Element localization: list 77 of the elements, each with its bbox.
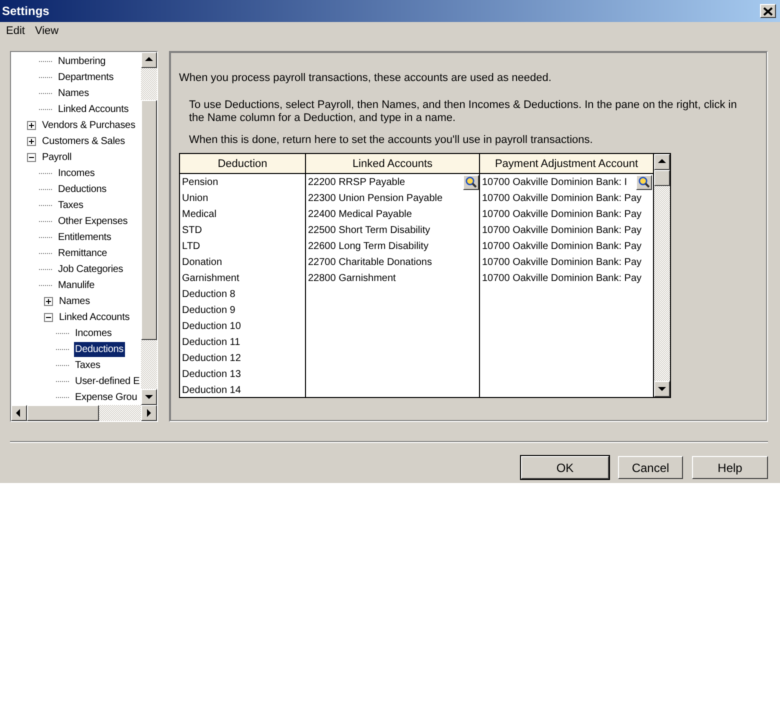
table-cell[interactable]: 22200 RRSP Payable: [308, 174, 406, 190]
tree-item[interactable]: Manulife: [57, 278, 96, 292]
intro-text: When you process payroll transactions, these accounts are used as needed.: [179, 71, 552, 85]
tree-item[interactable]: Payroll: [41, 150, 73, 164]
table-cell[interactable]: Deduction 13: [182, 366, 241, 382]
column-header[interactable]: Payment Adjustment Account: [480, 154, 653, 173]
table-cell[interactable]: 22500 Short Term Disability: [308, 222, 430, 238]
table-cell[interactable]: Deduction 14: [182, 382, 241, 397]
table-cell[interactable]: 22300 Union Pension Payable: [308, 190, 443, 206]
tree-item[interactable]: Deductions: [57, 182, 108, 196]
instruction-text: To use Deductions, select Payroll, then Names, and then Incomes & Deductions. In the pane on the right, click in the Name column for a Deduction, and type in a name.: [189, 99, 738, 125]
instruction-text: When this is done, return here to set the accounts you'll use in payroll transactions.: [189, 134, 594, 147]
dialog-button[interactable]: OK: [521, 456, 609, 479]
table-cell[interactable]: 10700 Oakville Dominion Bank: Pay: [482, 222, 642, 238]
tree-item[interactable]: Deductions: [74, 342, 125, 356]
table-cell[interactable]: LTD: [182, 238, 200, 254]
table-cell[interactable]: Deduction 10: [182, 318, 241, 334]
scrollbar-thumb[interactable]: [27, 405, 99, 421]
column-header[interactable]: Deduction: [180, 154, 306, 173]
tree-item[interactable]: Numbering: [57, 54, 107, 68]
table-cell[interactable]: 10700 Oakville Dominion Bank: Pay: [482, 270, 642, 286]
scrollbar-thumb[interactable]: [141, 100, 157, 340]
table-cell[interactable]: 10700 Oakville Dominion Bank: I: [482, 174, 628, 190]
search-icon[interactable]: [636, 174, 652, 190]
table-cell[interactable]: Union: [182, 190, 208, 206]
table-cell[interactable]: Deduction 12: [182, 350, 241, 366]
table-cell[interactable]: Medical: [182, 206, 216, 222]
tree-item[interactable]: Names: [58, 294, 91, 308]
dialog-button[interactable]: Help: [692, 456, 768, 479]
tree-item[interactable]: Remittance: [57, 246, 108, 260]
table-cell[interactable]: Garnishment: [182, 270, 240, 286]
table-cell[interactable]: 22600 Long Term Disability: [308, 238, 428, 254]
table-cell[interactable]: Deduction 8: [182, 286, 236, 302]
table-cell[interactable]: 10700 Oakville Dominion Bank: Pay: [482, 206, 642, 222]
window-title: Settings: [2, 4, 50, 18]
vertical-scrollbar[interactable]: [653, 154, 670, 397]
dialog-button[interactable]: Cancel: [618, 456, 683, 479]
tree-item[interactable]: Customers & Sales: [41, 134, 126, 148]
table-cell[interactable]: 10700 Oakville Dominion Bank: Pay: [482, 254, 642, 270]
expand-icon[interactable]: [44, 296, 53, 306]
close-icon: [763, 6, 773, 16]
tree-item[interactable]: Other Expenses: [57, 214, 129, 228]
column-header[interactable]: Linked Accounts: [306, 154, 480, 173]
horizontal-scrollbar[interactable]: [11, 405, 157, 421]
expand-icon[interactable]: [27, 120, 36, 130]
table-cell[interactable]: 22700 Charitable Donations: [308, 254, 432, 270]
tree-item[interactable]: Names: [57, 86, 90, 100]
tree-item[interactable]: Job Categories: [57, 262, 124, 276]
table-cell[interactable]: 10700 Oakville Dominion Bank: Pay: [482, 238, 642, 254]
table-cell[interactable]: 22800 Garnishment: [308, 270, 396, 286]
tree-item[interactable]: Taxes: [74, 358, 102, 372]
table-cell[interactable]: STD: [182, 222, 202, 238]
tree-item[interactable]: Linked Accounts: [57, 102, 130, 116]
table-cell[interactable]: Pension: [182, 174, 218, 190]
vertical-scrollbar[interactable]: [141, 52, 157, 405]
tree-item[interactable]: Entitlements: [57, 230, 112, 244]
table-cell[interactable]: 22400 Medical Payable: [308, 206, 412, 222]
expand-icon[interactable]: [27, 136, 36, 146]
tree-item[interactable]: Incomes: [57, 166, 96, 180]
table-cell[interactable]: Deduction 11: [182, 334, 240, 350]
collapse-icon[interactable]: [27, 152, 36, 162]
tree-item[interactable]: Incomes: [74, 326, 113, 340]
tree-item[interactable]: Vendors & Purchases: [41, 118, 136, 132]
tree-item[interactable]: Linked Accounts: [58, 310, 131, 324]
collapse-icon[interactable]: [44, 312, 53, 322]
table-cell[interactable]: Donation: [182, 254, 222, 270]
search-icon[interactable]: [463, 174, 479, 190]
tree-item[interactable]: Taxes: [57, 198, 84, 212]
tree-item[interactable]: Expense Grou: [74, 390, 138, 404]
scrollbar-thumb[interactable]: [654, 170, 670, 186]
menu-item[interactable]: Edit: [3, 25, 28, 37]
tree-item[interactable]: Departments: [57, 70, 115, 84]
tree-item[interactable]: User-defined E: [74, 374, 141, 388]
table-cell[interactable]: 10700 Oakville Dominion Bank: Pay: [482, 190, 642, 206]
table-cell[interactable]: Deduction 9: [182, 302, 236, 318]
menu-item[interactable]: View: [32, 25, 62, 37]
close-button[interactable]: [760, 4, 776, 18]
